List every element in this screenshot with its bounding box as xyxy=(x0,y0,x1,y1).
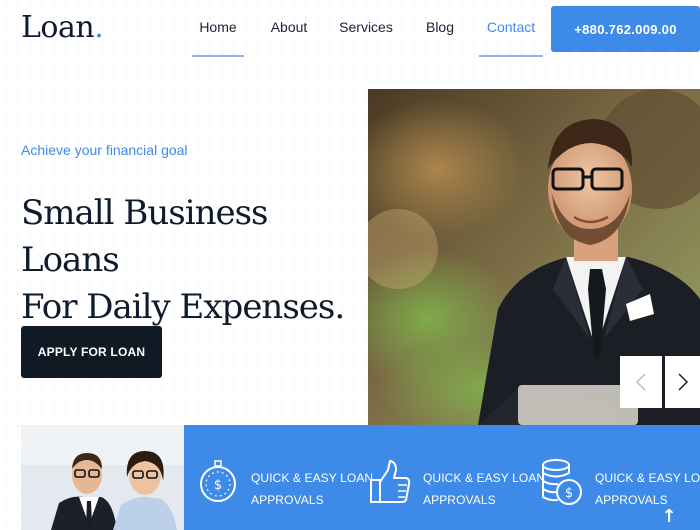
scroll-top-button[interactable]: ↑ xyxy=(658,506,680,530)
brand-name: Loan xyxy=(21,10,95,45)
nav-services[interactable]: Services xyxy=(337,19,395,57)
phone-button[interactable]: +880.762.009.00 xyxy=(551,6,700,52)
feature-item: $ QUICK & EASY LOAN APPROVALS xyxy=(184,425,373,530)
brand-dot: . xyxy=(94,10,104,45)
chevron-left-icon xyxy=(635,373,646,391)
brand-logo[interactable]: Loan. xyxy=(21,10,104,45)
chevron-right-icon xyxy=(677,373,688,391)
nav-blog[interactable]: Blog xyxy=(422,19,458,57)
apply-for-loan-button[interactable]: APPLY FOR LOAN xyxy=(21,326,162,378)
feature-title-line1: QUICK & EASY LOAN xyxy=(251,471,374,485)
clock-dollar-icon: $ xyxy=(200,460,236,502)
team-illustration xyxy=(21,425,184,530)
nav-contact-label: Contact xyxy=(486,19,536,35)
feature-item: QUICK & EASY LOAN APPROVALS xyxy=(356,425,545,530)
feature-title-line1: QUICK & EASY LOAN xyxy=(595,471,700,485)
hero-eyebrow: Achieve your financial goal xyxy=(21,142,188,158)
feature-title-line2: APPROVALS xyxy=(423,493,496,507)
feature-text: QUICK & EASY LOAN APPROVALS xyxy=(595,467,700,511)
nav-home-underline xyxy=(192,55,244,57)
coins-icon: $ xyxy=(542,459,582,505)
team-photo xyxy=(21,425,184,530)
site-header: Loan. Home About Services Blog Contact +… xyxy=(0,0,700,60)
svg-text:$: $ xyxy=(214,478,222,493)
svg-text:$: $ xyxy=(565,486,573,501)
hero-title-line2: For Daily Expenses. xyxy=(21,287,345,327)
nav-about-label: About xyxy=(270,19,308,35)
nav-contact[interactable]: Contact xyxy=(479,19,543,57)
nav-services-label: Services xyxy=(339,19,393,35)
hero-title: Small Business Loans For Daily Expenses. xyxy=(21,190,366,331)
feature-title-line2: APPROVALS xyxy=(251,493,324,507)
feature-text: QUICK & EASY LOAN APPROVALS xyxy=(423,467,545,511)
feature-text: QUICK & EASY LOAN APPROVALS xyxy=(251,467,373,511)
thumbs-up-icon xyxy=(370,460,411,503)
hero-title-line1: Small Business Loans xyxy=(21,193,268,280)
nav-home-label: Home xyxy=(199,19,237,35)
nav-blog-label: Blog xyxy=(425,19,455,35)
features-band: $ QUICK & EASY LOAN APPROVALS QUICK & EA… xyxy=(184,425,700,530)
nav-home[interactable]: Home xyxy=(192,19,244,57)
feature-title-line2: APPROVALS xyxy=(595,493,668,507)
slider-prev-button[interactable] xyxy=(620,356,662,408)
slider-next-button[interactable] xyxy=(665,356,700,408)
nav-contact-underline xyxy=(479,55,543,57)
feature-title-line1: QUICK & EASY LOAN xyxy=(423,471,546,485)
nav-about[interactable]: About xyxy=(266,19,312,57)
